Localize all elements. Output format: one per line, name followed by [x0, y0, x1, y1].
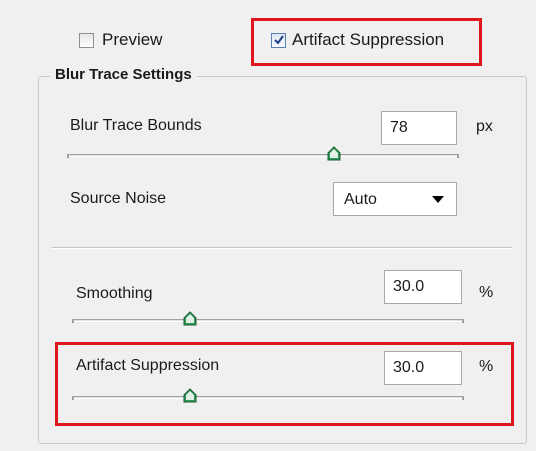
artifact-suppression-slider-thumb[interactable] — [183, 388, 197, 406]
blur-trace-bounds-slider-thumb[interactable] — [327, 146, 341, 164]
section-divider — [52, 247, 512, 249]
blur-trace-settings-title: Blur Trace Settings — [50, 66, 197, 83]
artifact-suppression-checkbox[interactable] — [271, 33, 286, 48]
smoothing-unit: % — [479, 284, 494, 301]
blur-trace-bounds-field[interactable]: 78 — [381, 111, 457, 145]
blur-trace-bounds-slider[interactable] — [67, 154, 459, 158]
source-noise-label: Source Noise — [70, 190, 167, 207]
smoothing-label: Smoothing — [76, 285, 153, 302]
chevron-down-icon — [432, 196, 444, 203]
checkmark-icon — [274, 35, 284, 45]
blur-trace-bounds-unit: px — [476, 118, 493, 135]
blur-trace-bounds-label: Blur Trace Bounds — [70, 117, 202, 134]
preview-label[interactable]: Preview — [102, 30, 162, 50]
source-noise-selected: Auto — [344, 191, 377, 208]
smoothing-slider[interactable] — [72, 319, 464, 323]
smoothing-field[interactable]: 30.0 — [384, 270, 462, 304]
artifact-suppression-unit: % — [479, 358, 494, 375]
source-noise-dropdown[interactable]: Auto — [333, 182, 457, 216]
artifact-suppression-checkbox-label[interactable]: Artifact Suppression — [292, 30, 444, 50]
artifact-suppression-field[interactable]: 30.0 — [384, 351, 462, 385]
artifact-suppression-slider[interactable] — [72, 396, 464, 400]
artifact-suppression-label: Artifact Suppression — [76, 357, 220, 374]
smoothing-slider-thumb[interactable] — [183, 311, 197, 329]
preview-checkbox[interactable] — [79, 33, 94, 48]
